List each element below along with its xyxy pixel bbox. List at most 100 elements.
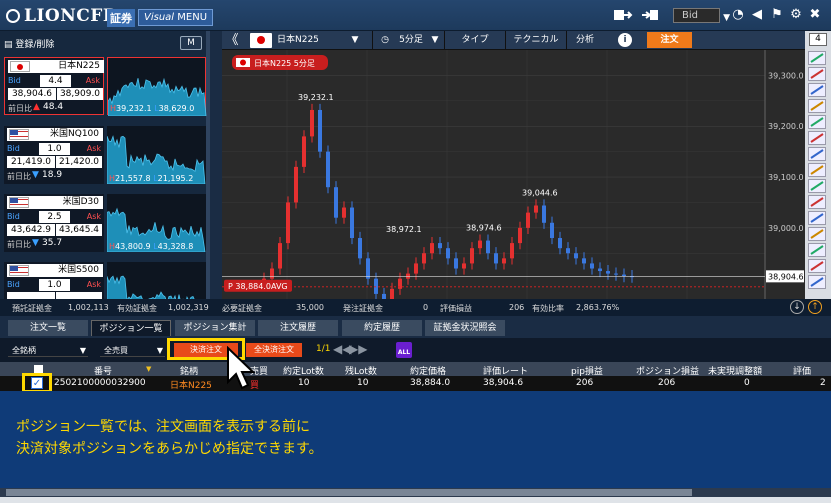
bid-price[interactable]: 21,419.0 [7, 156, 55, 168]
cursor-icon[interactable] [808, 147, 826, 161]
summary-value: 206 [509, 303, 525, 312]
spread-value: 1.0 [39, 143, 70, 155]
wave-icon[interactable] [808, 179, 826, 193]
symbol-card[interactable]: 米国D30 Bid Ask 2.5 43,642.9 43,645.4 前日比 ▼ 35.7 [4, 194, 104, 252]
current-price-label: 38,904.6 [768, 272, 804, 281]
gear-icon[interactable]: ⚙ [789, 8, 803, 22]
scroll-thumb[interactable] [6, 489, 692, 496]
change-value: 18.9 [42, 170, 63, 180]
candle-body [350, 207, 354, 239]
chart-toolbar: 《 日本N225 ▼ ◷ 5分足 ▼ タイプ テクニカル 分析 i [222, 31, 805, 50]
candle-body [614, 273, 618, 275]
jp-flag-icon [10, 61, 30, 72]
sparkline-chart[interactable]: H21,557.8 L21,195.2 [106, 126, 206, 185]
us-flag-icon [9, 129, 29, 140]
login-icon[interactable] [640, 8, 660, 22]
price-type-select[interactable]: Bid ▼ [673, 8, 730, 23]
tab-order-list[interactable]: 注文一覧 [8, 320, 88, 336]
trend-icon[interactable] [808, 83, 826, 97]
symbol-card[interactable]: 日本N225 Bid Ask 4.4 38,904.6 38,909.0 前日比 ▲ 48.4 [4, 57, 104, 115]
candle-body [598, 268, 602, 272]
avg-price-label: P 38,884.0AVG [228, 282, 288, 291]
sort-icon[interactable]: ▼ [146, 365, 151, 373]
chevron-down-icon[interactable]: ▼ [430, 33, 440, 48]
symbol-filter-select[interactable]: 全銘柄 ▼ [8, 344, 88, 357]
us-flag-icon [9, 265, 29, 276]
fib-icon[interactable] [808, 163, 826, 177]
change-label: 前日比 [7, 240, 31, 249]
page-indicator: 1/1 [316, 344, 331, 354]
arrow-down-icon[interactable]: ↓ [790, 300, 804, 314]
logout-icon[interactable] [613, 8, 633, 22]
candle-body [358, 238, 362, 259]
order-button[interactable]: 注文 [647, 32, 692, 48]
candle-body [366, 258, 370, 279]
candle-body [502, 258, 506, 264]
link-icon[interactable] [808, 51, 826, 65]
vline-icon[interactable] [808, 115, 826, 129]
price-chart[interactable]: 39,300.0 39,200.0 39,100.0 39,000.0 39,232.1… [222, 50, 805, 306]
high-value: 43,800.9 [115, 242, 151, 251]
register-label: 登録/削除 [15, 40, 55, 50]
ask-price[interactable]: 43,645.4 [56, 224, 102, 236]
chart-type-button[interactable]: タイプ [446, 33, 504, 48]
candle-body [270, 268, 274, 279]
candle-body [294, 166, 298, 203]
ask-price[interactable]: 21,420.0 [56, 156, 102, 168]
eraser-icon[interactable] [808, 259, 826, 273]
symbol-card[interactable]: 米国NQ100 Bid Ask 1.0 21,419.0 21,420.0 前日比 ▼ 18.9 [4, 126, 104, 184]
chart-period[interactable]: 5分足 [394, 33, 428, 48]
circle-icon[interactable] [808, 211, 826, 225]
arrow-up-icon: ▲ [33, 102, 40, 112]
jp-flag-dot [240, 59, 246, 66]
chevron-down-icon[interactable]: ▼ [350, 33, 360, 48]
next-page-icon[interactable]: ▶▶ [349, 342, 367, 356]
horizontal-scrollbar[interactable] [0, 488, 831, 497]
line-icon[interactable] [808, 67, 826, 81]
bid-price[interactable]: 43,642.9 [7, 224, 55, 236]
sparkline-chart[interactable]: H39,232.1 L38,629.0 [107, 57, 207, 117]
summary-label: 必要証拠金 [222, 304, 262, 313]
tab-position-summary[interactable]: ポジション集計 [175, 320, 255, 336]
flag-icon[interactable]: ⚑ [770, 8, 784, 22]
close-icon[interactable]: ✖ [808, 8, 822, 22]
megaphone-icon[interactable]: ◀ [750, 8, 764, 22]
tab-margin-status[interactable]: 証拠金状況照会 [425, 320, 505, 336]
sparkline-chart[interactable]: H43,800.9 L43,328.8 [106, 194, 206, 253]
lock-icon[interactable] [808, 275, 826, 289]
tab-position-list[interactable]: ポジション一覧 [91, 320, 171, 336]
candle-body [470, 248, 474, 264]
ask-price[interactable]: 38,909.0 [57, 88, 103, 100]
bid-price[interactable]: 38,904.6 [8, 88, 56, 100]
visual-label: Visual [144, 12, 175, 23]
drawing-tools: 4 [805, 31, 831, 299]
price-annotation: 39,232.1 [298, 93, 334, 102]
info-icon[interactable]: i [618, 33, 632, 47]
m-button[interactable]: M [180, 36, 202, 50]
analysis-button[interactable]: 分析 [568, 33, 602, 48]
tab-execution-history[interactable]: 約定履歴 [342, 320, 422, 336]
tab-order-history[interactable]: 注文履歴 [258, 320, 338, 336]
arrow-icon[interactable] [808, 131, 826, 145]
pie-chart-icon[interactable]: ◔ [731, 8, 745, 22]
text-icon[interactable] [808, 227, 826, 241]
change-value: 48.4 [43, 102, 64, 112]
candle-body [414, 263, 418, 274]
technical-button[interactable]: テクニカル [507, 33, 565, 48]
candle-body [374, 278, 378, 294]
summary-label: 有効比率 [532, 304, 564, 313]
jp-flag-icon [250, 33, 272, 48]
hline-icon[interactable] [808, 99, 826, 113]
channel-icon[interactable] [808, 195, 826, 209]
chart-symbol[interactable]: 日本N225 [277, 33, 337, 48]
visual-menu-button[interactable]: Visual MENU [138, 9, 214, 26]
side-filter-select[interactable]: 全売買 ▼ [100, 344, 165, 357]
register-button[interactable]: ▤ 登録/削除 [4, 37, 54, 50]
arrow-up-icon[interactable]: ↑ [808, 300, 822, 314]
candle-body [278, 243, 282, 269]
square-icon[interactable] [808, 243, 826, 257]
collapse-icon[interactable]: 《 [222, 33, 242, 48]
table-row[interactable]: 2502100000032900 日本N225 買 10 10 38,884.0… [0, 376, 831, 391]
panel-count[interactable]: 4 [809, 33, 827, 46]
select-all-icon[interactable]: ALL [396, 342, 412, 358]
